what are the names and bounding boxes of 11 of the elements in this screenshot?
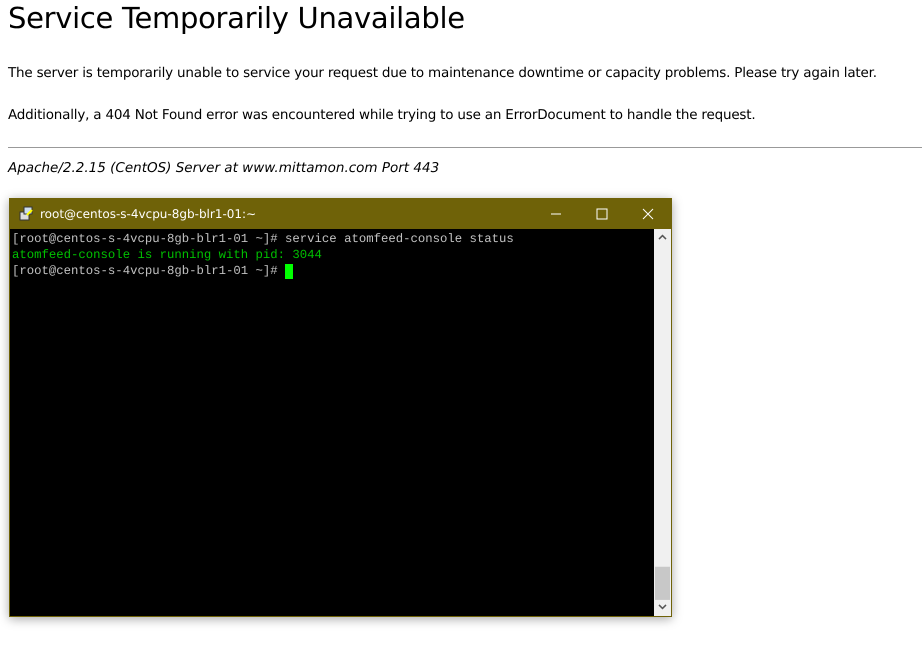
server-signature: Apache/2.2.15 (CentOS) Server at www.mittamon.com Port 443 xyxy=(8,159,440,178)
terminal-app-icon xyxy=(18,206,34,222)
terminal-line: [root@centos-s-4vcpu-8gb-blr1-01 ~]# service atomfeed-console status xyxy=(12,231,514,247)
error-message: The server is temporarily unable to service your request due to maintenance downtime or capacity problems. Please try again later. xyxy=(8,64,878,83)
window-title: root@centos-s-4vcpu-8gb-blr1-01:~ xyxy=(40,207,258,221)
page-heading: Service Temporarily Unavailable xyxy=(8,0,466,36)
scrollbar[interactable] xyxy=(654,229,671,616)
cursor-icon xyxy=(284,264,293,278)
error-message: Additionally, a 404 Not Found error was encountered while trying to use an ErrorDocument to handle the request. xyxy=(8,106,756,125)
terminal-line: atomfeed-console is running with pid: 3044 xyxy=(12,247,322,263)
terminal-line: [root@centos-s-4vcpu-8gb-blr1-01 ~]# xyxy=(12,263,278,279)
